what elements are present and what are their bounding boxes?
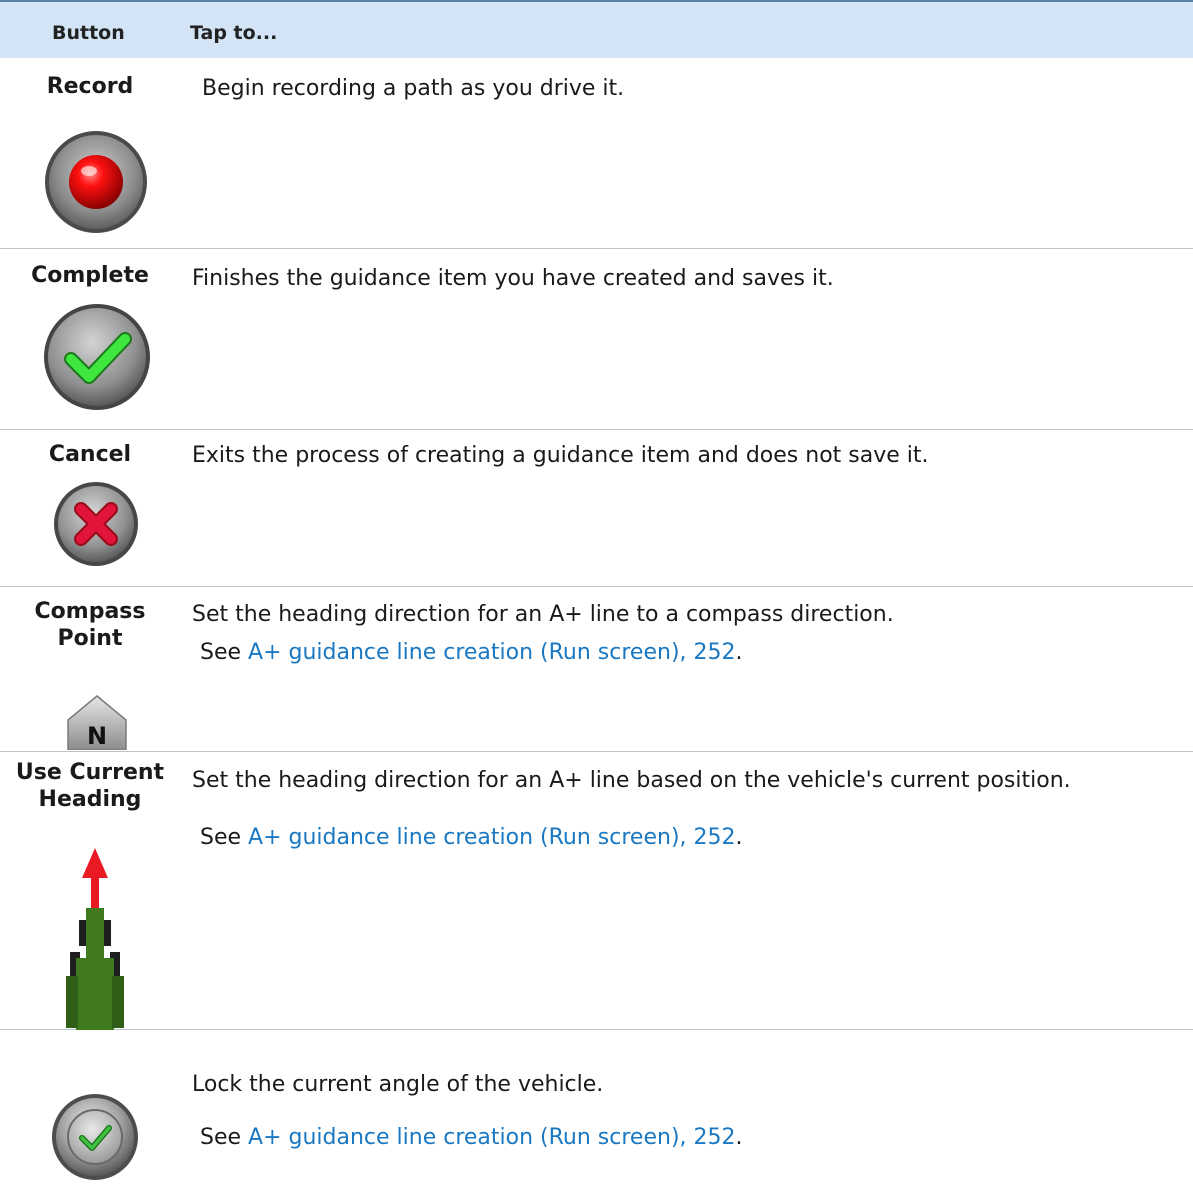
table-row-lock-angle: Lock the current angle of the vehicle. S… xyxy=(0,1029,1193,1190)
table-row-record: Record Begin recording a path as you dri… xyxy=(0,58,1193,249)
table-row-compass-point: Compass Point N Set the heading directio… xyxy=(0,586,1193,752)
row-description: Exits the process of creating a guidance… xyxy=(192,443,929,468)
see-also: See A+ guidance line creation (Run scree… xyxy=(200,1125,743,1150)
button-name-line2: Heading xyxy=(38,787,142,812)
button-name: Cancel xyxy=(48,442,132,467)
button-name-line1: Use Current xyxy=(15,760,165,785)
row-description: Finishes the guidance item you have crea… xyxy=(192,266,834,291)
see-also: See A+ guidance line creation (Run scree… xyxy=(200,640,743,665)
compass-north-icon[interactable]: N xyxy=(66,694,128,750)
record-icon[interactable] xyxy=(44,130,148,234)
table-row-cancel: Cancel Exits the process of creating a g… xyxy=(0,429,1193,587)
row-description: Set the heading direction for an A+ line… xyxy=(192,768,1071,793)
cross-reference-link[interactable]: A+ guidance line creation (Run screen), … xyxy=(248,640,735,665)
svg-text:N: N xyxy=(87,722,107,750)
complete-check-icon[interactable] xyxy=(43,303,151,411)
row-description: Set the heading direction for an A+ line… xyxy=(192,602,894,627)
button-name: Record xyxy=(46,74,134,99)
vehicle-heading-icon[interactable] xyxy=(60,848,130,1033)
row-description: Lock the current angle of the vehicle. xyxy=(192,1072,604,1097)
table-header: Button Tap to... xyxy=(0,0,1193,58)
button-name-line1: Compass xyxy=(34,599,146,624)
header-button: Button xyxy=(52,22,125,44)
lock-angle-icon[interactable] xyxy=(51,1093,139,1181)
see-also: See A+ guidance line creation (Run scree… xyxy=(200,825,743,850)
cross-reference-link[interactable]: A+ guidance line creation (Run screen), … xyxy=(248,1125,735,1150)
cross-reference-link[interactable]: A+ guidance line creation (Run screen), … xyxy=(248,825,735,850)
table-row-use-current-heading: Use Current Heading Set the heading dire… xyxy=(0,751,1193,1030)
button-name-line2: Point xyxy=(57,626,123,651)
row-description: Begin recording a path as you drive it. xyxy=(202,76,625,101)
table-row-complete: Complete Finishes the guidance item you … xyxy=(0,248,1193,430)
cancel-x-icon[interactable] xyxy=(53,481,139,567)
button-name: Complete xyxy=(31,263,149,288)
header-tap-to: Tap to... xyxy=(190,22,278,44)
